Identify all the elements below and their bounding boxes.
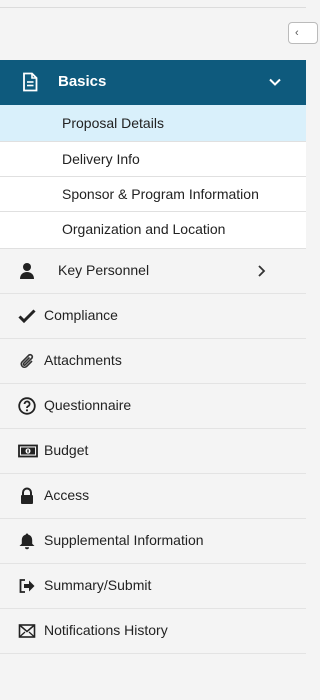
sidebar-subitem-label: Delivery Info	[62, 151, 140, 167]
sidebar-subitem-label: Proposal Details	[62, 115, 164, 131]
sidebar-item-access[interactable]: Access	[0, 474, 306, 519]
sidebar-section-label: Basics	[58, 73, 107, 90]
top-bar: ‹	[0, 0, 318, 60]
question-circle-icon	[18, 397, 36, 415]
sidebar-subitem-sponsor-program[interactable]: Sponsor & Program Information	[0, 177, 306, 212]
checkmark-icon	[18, 307, 36, 325]
document-icon	[20, 72, 40, 92]
sidebar-subitem-label: Sponsor & Program Information	[62, 186, 259, 202]
sidebar-item-label: Questionnaire	[44, 397, 132, 413]
sidebar-item-label: Budget	[44, 442, 89, 458]
sidebar-item-label: Access	[44, 487, 90, 503]
bell-icon	[18, 532, 36, 550]
person-icon	[18, 262, 36, 280]
sidebar-item-summary-submit[interactable]: Summary/Submit	[0, 564, 306, 609]
sidebar-item-label: Summary/Submit	[44, 577, 152, 593]
sidebar-item-key-personnel[interactable]: Key Personnel	[0, 249, 306, 294]
sign-out-icon	[18, 577, 36, 595]
sidebar-subitem-organization-location[interactable]: Organization and Location	[0, 212, 306, 249]
sidebar-item-label: Key Personnel	[58, 262, 150, 278]
sidebar-nav: Basics Proposal Details Delivery Info Sp…	[0, 60, 306, 654]
sidebar-item-supplemental-information[interactable]: Supplemental Information	[0, 519, 306, 564]
sidebar-item-attachments[interactable]: Attachments	[0, 339, 306, 384]
sidebar-section-basics[interactable]: Basics	[0, 60, 306, 105]
sidebar-item-notifications-history[interactable]: Notifications History	[0, 609, 306, 654]
sidebar-item-budget[interactable]: Budget	[0, 429, 306, 474]
money-icon	[18, 442, 38, 460]
chevron-right-icon	[256, 264, 268, 278]
collapse-sidebar-button[interactable]: ‹	[288, 22, 318, 44]
sidebar-item-label: Supplemental Information	[44, 532, 204, 548]
lock-icon	[18, 487, 36, 505]
envelope-icon	[18, 622, 36, 640]
sidebar-item-questionnaire[interactable]: Questionnaire	[0, 384, 306, 429]
sidebar-item-label: Notifications History	[44, 622, 168, 638]
sidebar-item-label: Attachments	[44, 352, 122, 368]
chevron-down-icon	[268, 75, 282, 89]
chevron-left-icon: ‹	[295, 27, 299, 39]
sidebar-item-compliance[interactable]: Compliance	[0, 294, 306, 339]
paperclip-icon	[18, 352, 36, 370]
sidebar-subitem-delivery-info[interactable]: Delivery Info	[0, 142, 306, 177]
sidebar-subitem-label: Organization and Location	[62, 221, 226, 237]
sidebar-item-label: Compliance	[44, 307, 118, 323]
top-divider	[0, 7, 306, 8]
sidebar-subitem-proposal-details[interactable]: Proposal Details	[0, 105, 306, 142]
